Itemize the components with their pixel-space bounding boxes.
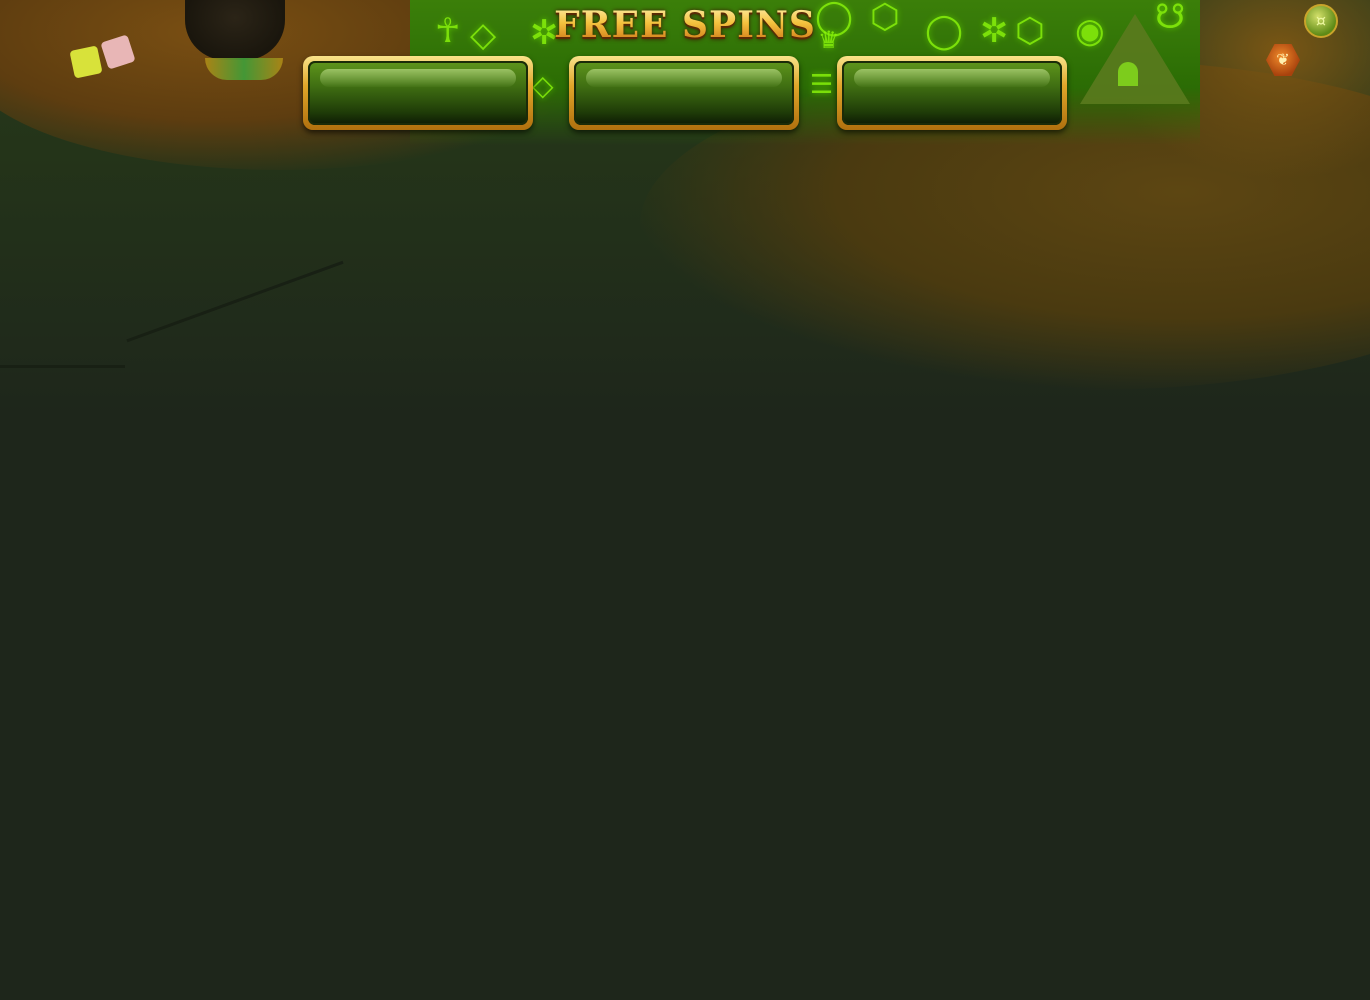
counter-panel-2	[569, 56, 799, 130]
pharaoh-collar	[205, 58, 283, 80]
free-spins-title: FREE SPINS	[0, 4, 1370, 46]
counter-panel-3	[837, 56, 1067, 130]
counter-display-2	[574, 61, 794, 125]
counter-panel-1	[303, 56, 533, 130]
coin-stack-glyph-icon: ☰	[810, 70, 834, 100]
floor-crack	[0, 365, 125, 368]
yellow-gem-icon	[69, 45, 103, 79]
pyramid-door	[1118, 62, 1138, 86]
counter-display-3	[842, 61, 1062, 125]
floor-crack	[126, 260, 344, 343]
diamond-glyph-icon: ◇	[532, 69, 554, 102]
counter-display-1	[308, 61, 528, 125]
game-scene: ◇ ☥ ✲ ◯ ♛ ⬡ ◯ ✲ ⬡ ◉ ☋ ◇ ☰ ¤ ❦ FREE SPINS	[0, 0, 1370, 1000]
